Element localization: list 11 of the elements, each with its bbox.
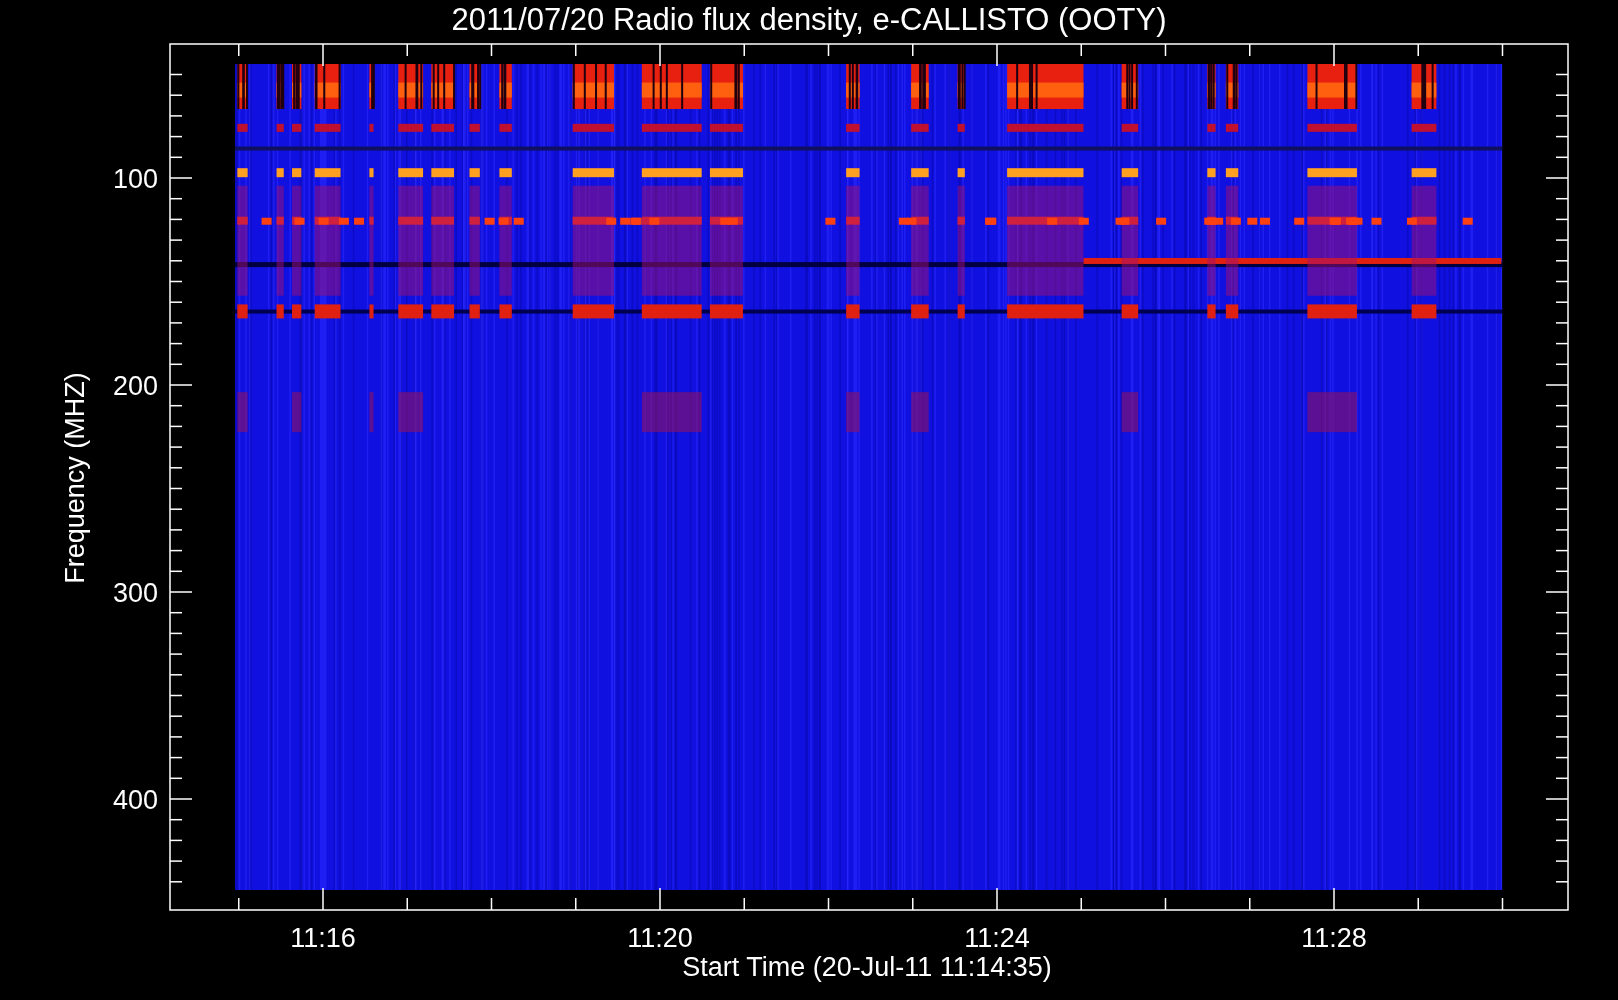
x-tick-label: 11:24: [964, 923, 1030, 953]
y-axis-label: Frequency (MHZ): [60, 372, 90, 584]
y-tick-label: 100: [112, 164, 158, 194]
x-tick-label: 11:28: [1301, 923, 1367, 953]
y-tick-label: 400: [112, 785, 158, 815]
x-axis-label: Start Time (20-Jul-11 11:14:35): [682, 952, 1052, 982]
y-tick-label: 300: [112, 578, 158, 608]
x-tick-label: 11:16: [290, 923, 356, 953]
chart-title: 2011/07/20 Radio flux density, e-CALLISTO (OOTY): [451, 2, 1167, 37]
x-tick-label: 11:20: [627, 923, 693, 953]
y-tick-label: 200: [112, 371, 158, 401]
